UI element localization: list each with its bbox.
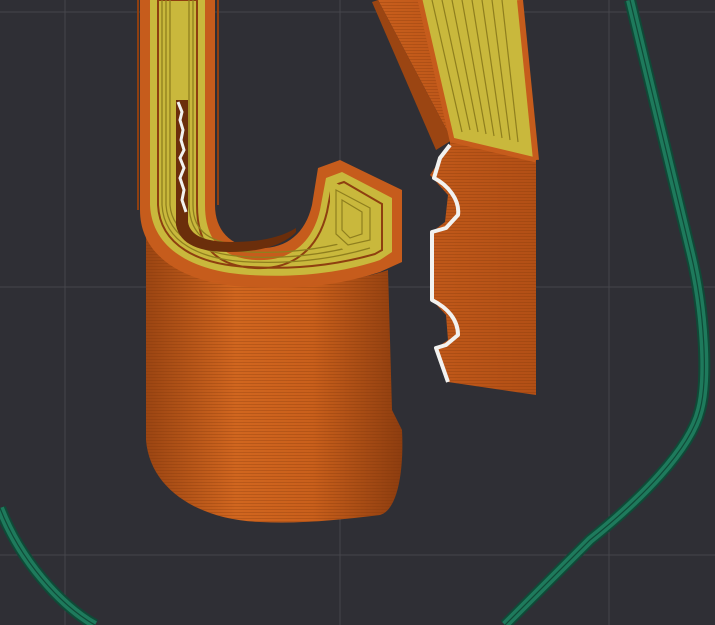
- preview-canvas[interactable]: [0, 0, 715, 625]
- 3d-preview-viewport[interactable]: [0, 0, 715, 625]
- left-part[interactable]: [137, 0, 403, 523]
